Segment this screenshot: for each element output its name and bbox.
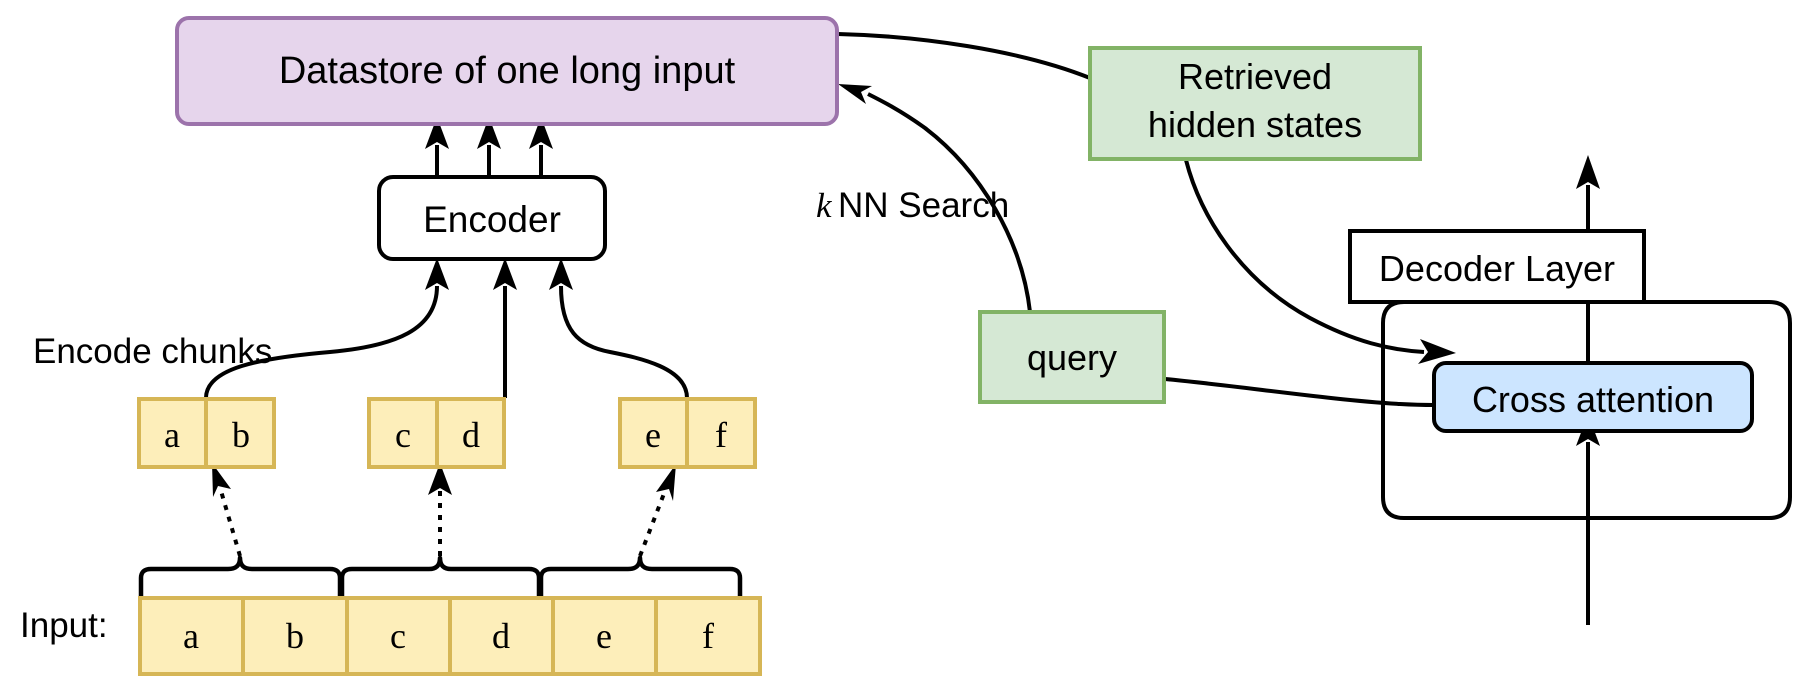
edge-query-crossattn [1164,377,1435,407]
chunk-to-encoder-edges [204,258,689,399]
query-label: query [1027,337,1117,378]
arrowhead-dotted-chunk3 [656,464,676,501]
decoder-layer-label: Decoder Layer [1379,248,1615,289]
input-token-0: a [183,616,199,656]
chunk-box-1[interactable]: a b [137,397,276,469]
input-label: Input: [20,606,108,645]
node-encoder[interactable]: Encoder [377,175,607,261]
input-token-3: d [492,616,510,656]
dotted-edge-chunk1 [219,490,242,557]
arrowhead-decoder-output [1576,155,1600,189]
arrowhead-chunk1-encoder [425,258,449,290]
input-token-row: a b c d e f [138,596,762,676]
query-to-crossattn-edge [1164,377,1435,407]
chunk-box-2[interactable]: c d [367,397,506,469]
knn-search-k: k [816,186,833,225]
brace-to-chunk-edges [138,463,743,601]
arrowhead-chunk3-encoder [549,258,573,290]
node-decoder-layer[interactable]: Decoder Layer [1348,229,1646,304]
retrieved-hidden-states-line2: hidden states [1148,104,1362,145]
node-query[interactable]: query [978,310,1166,404]
node-retrieved-hidden-states[interactable]: Retrieved hidden states [1088,46,1422,161]
retrieved-hidden-states-line1: Retrieved [1178,56,1332,97]
input-token-2: c [390,616,406,656]
input-token-5: f [702,616,714,656]
diagram-canvas: Datastore of one long input Encoder Enco… [0,0,1799,694]
arrowhead-chunk2-encoder [493,258,517,290]
brace-chunk3 [538,555,743,601]
encode-chunks-annotation: Encode chunks [33,332,272,371]
chunk-boxes: a b c d e f [137,397,757,469]
edge-datastore-retrieved [837,32,1091,80]
chunk2-token-0: c [395,415,411,455]
chunk-box-3[interactable]: e f [618,397,757,469]
node-cross-attention[interactable]: Cross attention [1432,361,1754,433]
brace-chunk2 [339,555,542,601]
diagram-svg: Datastore of one long input Encoder Enco… [20,16,1792,676]
knn-search-text: NN Search [838,186,1009,225]
chunk1-token-1: b [232,415,250,455]
datastore-label: Datastore of one long input [279,50,736,92]
cross-attention-label: Cross attention [1472,379,1714,420]
chunk1-token-0: a [164,415,180,455]
brace-chunk1 [138,555,343,601]
chunk3-token-1: f [715,415,727,455]
chunk3-token-0: e [645,415,661,455]
dotted-edge-chunk3 [638,490,667,557]
encoder-label: Encoder [423,199,561,240]
input-token-1: b [286,616,304,656]
chunk2-token-1: d [462,415,480,455]
input-token-4: e [596,616,612,656]
knn-search-annotation: k NN Search [816,186,1009,225]
node-datastore[interactable]: Datastore of one long input [175,16,839,126]
datastore-to-retrieved-edge [837,32,1091,80]
arrowhead-query-datastore [838,84,872,104]
edge-chunk3-encoder [559,285,689,399]
